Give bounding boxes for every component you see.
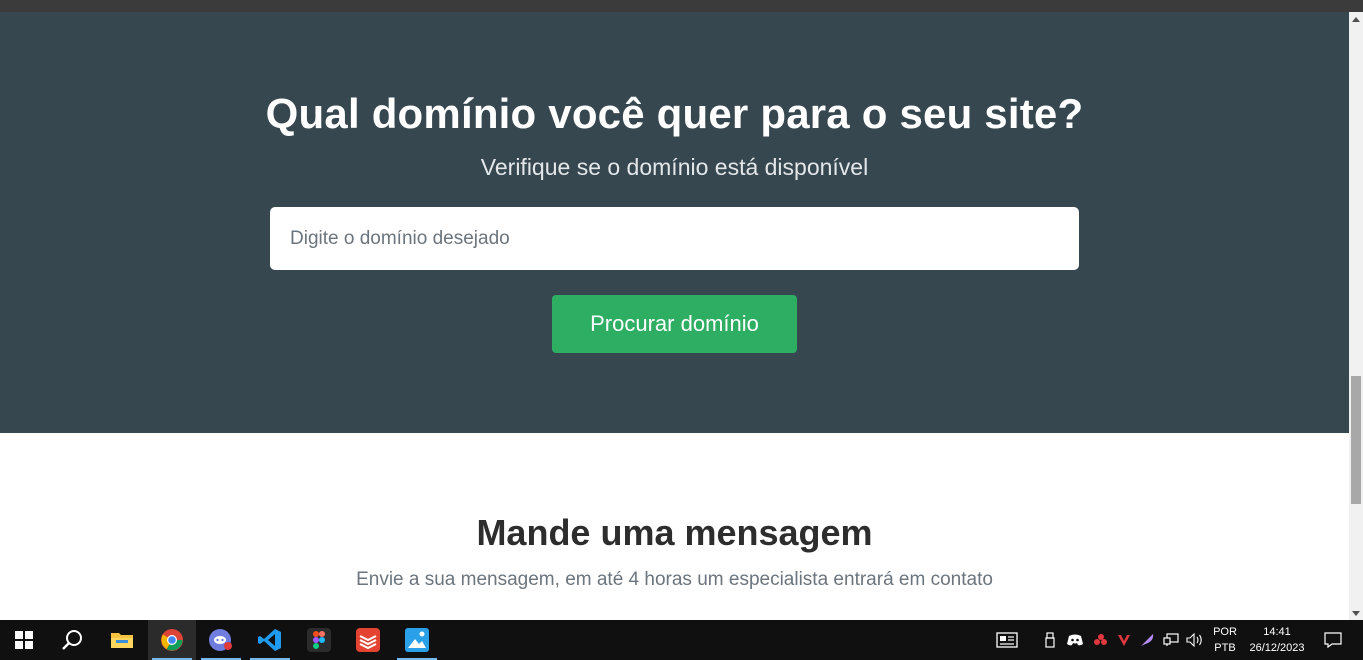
contact-subtitle: Envie a sua mensagem, em até 4 horas um … [356,569,993,590]
news-widget-icon[interactable] [992,620,1022,660]
discord-icon[interactable] [197,620,245,660]
language-code: POR [1213,626,1237,638]
browser-top-strip [0,0,1363,12]
search-icon[interactable] [48,620,96,660]
discord-tray-icon[interactable] [1064,620,1086,660]
file-explorer-icon[interactable] [98,620,146,660]
feather-tray-icon[interactable] [1137,620,1157,660]
figma-icon[interactable] [295,620,343,660]
notification-icon[interactable] [1318,620,1348,660]
clock-date: 26/12/2023 [1249,642,1305,654]
page-viewport: Qual domínio você quer para o seu site? … [0,12,1349,620]
app-tray-icon[interactable] [1090,620,1112,660]
language-indicator[interactable]: POR PTB [1208,620,1242,660]
volume-icon[interactable] [1184,620,1206,660]
vpn-tray-icon[interactable] [1114,620,1134,660]
windows-taskbar: POR PTB 14:41 26/12/2023 [0,620,1363,660]
chrome-icon[interactable] [148,620,196,660]
scroll-down-arrow-icon[interactable] [1349,606,1363,620]
domain-input[interactable] [270,207,1079,270]
scrollbar-thumb[interactable] [1351,376,1361,504]
scroll-up-arrow-icon[interactable] [1349,12,1363,26]
todoist-icon[interactable] [344,620,392,660]
usb-device-icon[interactable] [1042,620,1058,660]
domain-search-section: Qual domínio você quer para o seu site? … [0,12,1349,433]
clock[interactable]: 14:41 26/12/2023 [1244,620,1310,660]
keyboard-layout: PTB [1214,642,1236,654]
vscode-icon[interactable] [246,620,294,660]
domain-search-title: Qual domínio você quer para o seu site? [265,90,1084,137]
network-icon[interactable] [1160,620,1182,660]
photos-icon[interactable] [393,620,441,660]
contact-title: Mande uma mensagem [476,512,873,553]
start-icon[interactable] [0,620,48,660]
page-scrollbar[interactable] [1349,12,1363,620]
clock-time: 14:41 [1263,626,1291,638]
domain-search-subtitle: Verifique se o domínio está disponível [480,154,869,180]
search-domain-button[interactable]: Procurar domínio [552,295,797,353]
